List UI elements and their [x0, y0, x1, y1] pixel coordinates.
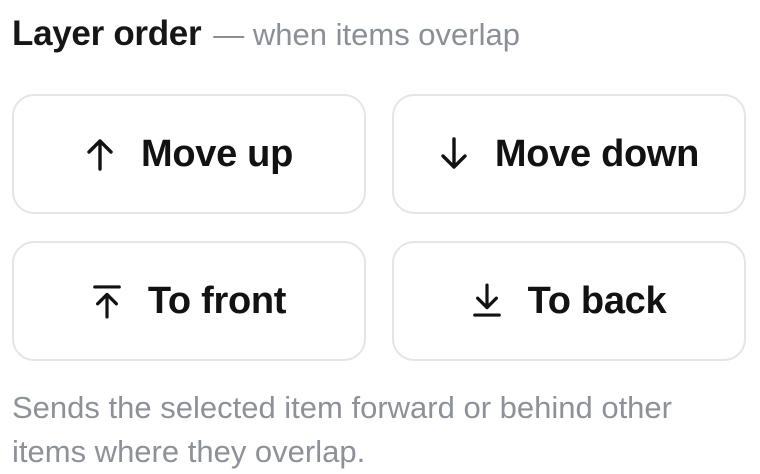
arrow-down-icon: [439, 134, 469, 174]
arrow-up-icon: [85, 134, 115, 174]
section-subtitle: — when items overlap: [213, 17, 520, 52]
move-down-label: Move down: [494, 132, 700, 175]
move-down-button[interactable]: Move down: [392, 94, 746, 214]
send-to-back-icon: [472, 281, 502, 321]
bring-to-front-icon: [92, 281, 122, 321]
section-heading: Layer order — when items overlap: [12, 14, 520, 61]
section-title: Layer order: [12, 14, 202, 53]
to-back-button[interactable]: To back: [392, 241, 746, 361]
to-front-button[interactable]: To front: [12, 241, 366, 361]
to-back-label: To back: [527, 279, 667, 322]
to-front-label: To front: [147, 279, 287, 322]
move-up-label: Move up: [140, 132, 293, 175]
move-up-button[interactable]: Move up: [12, 94, 366, 214]
help-text: Sends the selected item forward or behin…: [12, 390, 672, 469]
